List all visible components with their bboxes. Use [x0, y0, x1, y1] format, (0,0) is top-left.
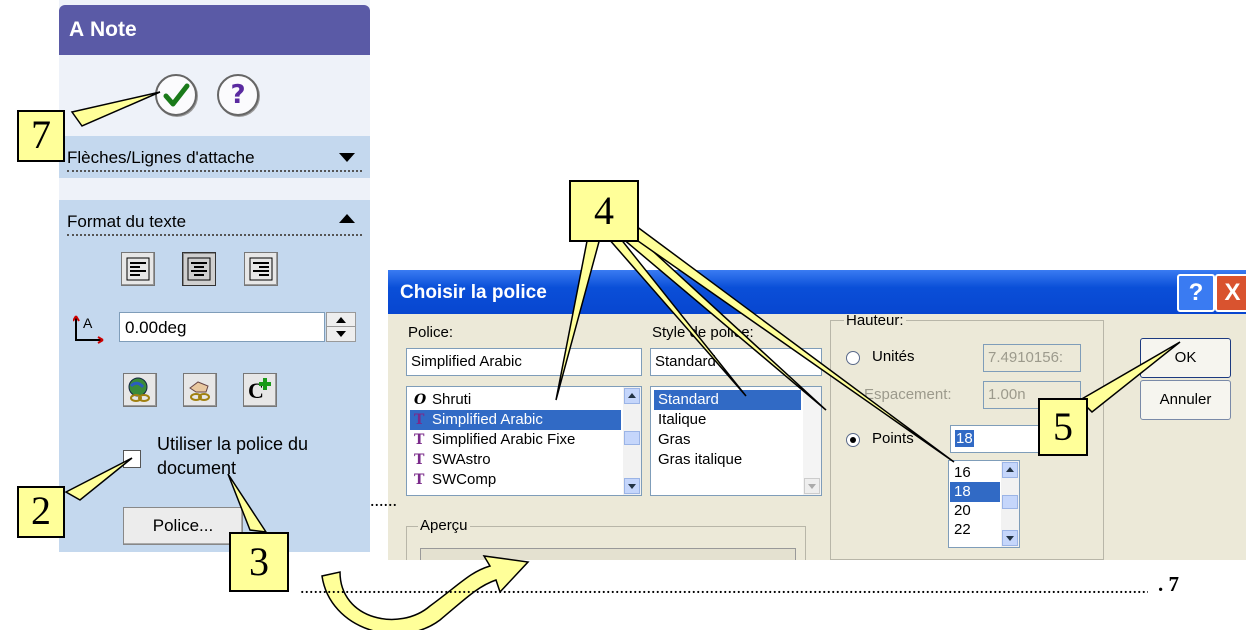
pointer-3 [227, 473, 268, 533]
callout-5: 5 [1038, 398, 1088, 456]
pointer-4c [620, 231, 827, 411]
pointer-4d [626, 225, 955, 463]
callout-7: 7 [17, 110, 65, 162]
answer-line: ........................................… [300, 577, 1148, 597]
pointer-5 [1078, 341, 1181, 414]
question-number: . 7 [1158, 572, 1179, 596]
callout-4: 4 [569, 180, 639, 242]
callout-2: 2 [17, 486, 65, 538]
pointer-7 [70, 91, 161, 127]
pointer-2 [64, 457, 133, 501]
callout-3: 3 [229, 532, 289, 592]
annotation-overlay [64, 91, 1181, 630]
answer-line: ....... [370, 490, 396, 510]
pointer-4a [555, 235, 601, 401]
